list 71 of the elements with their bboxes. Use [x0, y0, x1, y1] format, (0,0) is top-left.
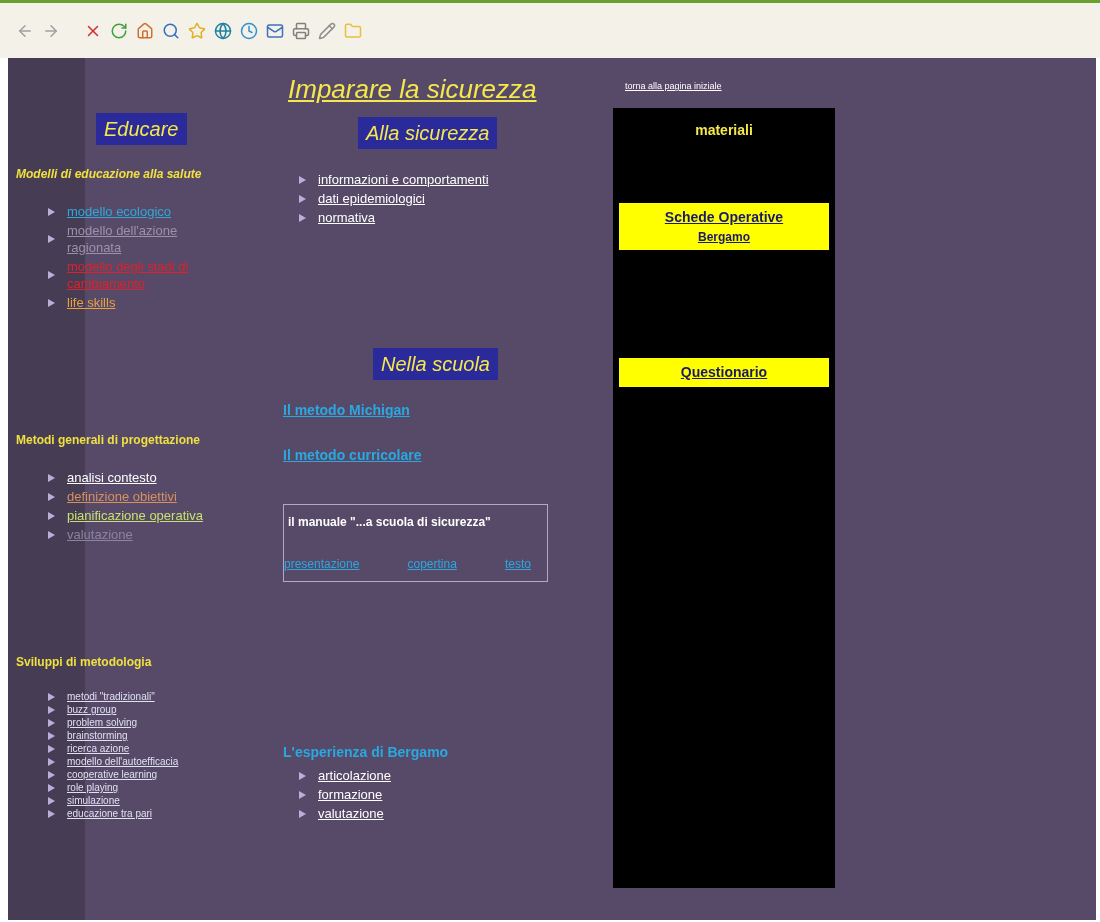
triangle-bullet-icon	[48, 235, 55, 243]
menu-link[interactable]: cooperative learning	[67, 769, 158, 781]
menu-link[interactable]: metodi "tradizionali"	[67, 691, 155, 703]
section-title: Modelli di educazione alla salute	[16, 166, 203, 183]
triangle-bullet-icon	[48, 298, 55, 307]
triangle-bullet-icon	[299, 809, 306, 818]
manual-title: il manuale "...a scuola di sicurezza"	[287, 514, 492, 531]
menu-link[interactable]: valutazione	[318, 805, 384, 822]
menu-link[interactable]: educazione tra pari	[67, 808, 153, 820]
button-line: Questionario	[680, 362, 768, 382]
triangle-bullet-icon	[299, 790, 306, 799]
triangle-bullet-icon	[48, 706, 55, 714]
folder-icon[interactable]	[344, 21, 362, 40]
menu-link[interactable]: buzz group	[67, 704, 117, 716]
triangle-bullet-icon	[48, 511, 55, 520]
materials-button[interactable]: Questionario	[619, 357, 829, 387]
mail-icon[interactable]	[266, 21, 284, 40]
triangle-bullet-icon	[48, 693, 55, 701]
section-heading: Educare	[96, 113, 187, 145]
menu-link[interactable]: role playing	[67, 782, 119, 794]
menu-link[interactable]: dati epidemiologici	[318, 190, 425, 207]
section-title: Sviluppi di metodologia	[16, 654, 153, 671]
experience-title: L'esperienza di Bergamo	[283, 743, 450, 762]
triangle-bullet-icon	[48, 732, 55, 740]
triangle-bullet-icon	[48, 473, 55, 482]
menu-link[interactable]: normativa	[318, 209, 376, 226]
triangle-bullet-icon	[48, 758, 55, 766]
triangle-bullet-icon	[48, 207, 55, 216]
triangle-bullet-icon	[48, 745, 55, 753]
button-line: Bergamo	[698, 228, 750, 246]
home-link[interactable]: torna alla pagina iniziale	[625, 80, 835, 94]
triangle-bullet-icon	[299, 194, 306, 203]
section-heading: Nella scuola	[373, 348, 498, 380]
triangle-bullet-icon	[48, 810, 55, 818]
printer-icon[interactable]	[292, 21, 310, 40]
menu-link[interactable]: analisi contesto	[67, 469, 157, 486]
materials-title: materiali	[695, 120, 753, 140]
triangle-bullet-icon	[48, 784, 55, 792]
triangle-bullet-icon	[299, 175, 306, 184]
menu-link[interactable]: problem solving	[67, 717, 138, 729]
menu-link[interactable]: ricerca azione	[67, 743, 130, 755]
triangle-bullet-icon	[48, 719, 55, 727]
menu-link[interactable]: formazione	[318, 786, 383, 803]
menu-link[interactable]: modello ecologico	[67, 203, 172, 220]
materials-button[interactable]: Schede Operative Bergamo	[619, 202, 829, 250]
menu-link[interactable]: brainstorming	[67, 730, 128, 742]
section-title: Metodi generali di progettazione	[16, 432, 201, 449]
menu-link[interactable]: modello dell'azione ragionata	[67, 222, 206, 256]
triangle-bullet-icon	[48, 271, 55, 279]
menu-link[interactable]: simulazione	[67, 795, 120, 807]
home-icon[interactable]	[136, 21, 154, 40]
menu-link[interactable]: life skills	[67, 294, 116, 311]
globe-icon[interactable]	[214, 21, 232, 40]
menu-link[interactable]: pianificazione operativa	[67, 507, 203, 524]
menu-link[interactable]: articolazione	[318, 767, 391, 784]
star-icon[interactable]	[188, 21, 206, 40]
pencil-icon[interactable]	[318, 21, 336, 40]
triangle-bullet-icon	[299, 213, 306, 222]
triangle-bullet-icon	[299, 771, 306, 780]
button-line: Schede Operative	[664, 207, 784, 227]
refresh-icon[interactable]	[110, 21, 128, 40]
page-title: Imparare la sicurezza	[288, 73, 537, 106]
clock-icon[interactable]	[240, 21, 258, 40]
menu-link[interactable]: modello dell'autoefficacia	[67, 756, 179, 768]
triangle-bullet-icon	[48, 530, 55, 539]
menu-link[interactable]: informazioni e comportamenti	[318, 171, 489, 188]
triangle-bullet-icon	[48, 797, 55, 805]
section-heading: Alla sicurezza	[358, 117, 498, 149]
search-icon[interactable]	[162, 21, 180, 40]
triangle-bullet-icon	[48, 771, 55, 779]
triangle-bullet-icon	[48, 492, 55, 501]
